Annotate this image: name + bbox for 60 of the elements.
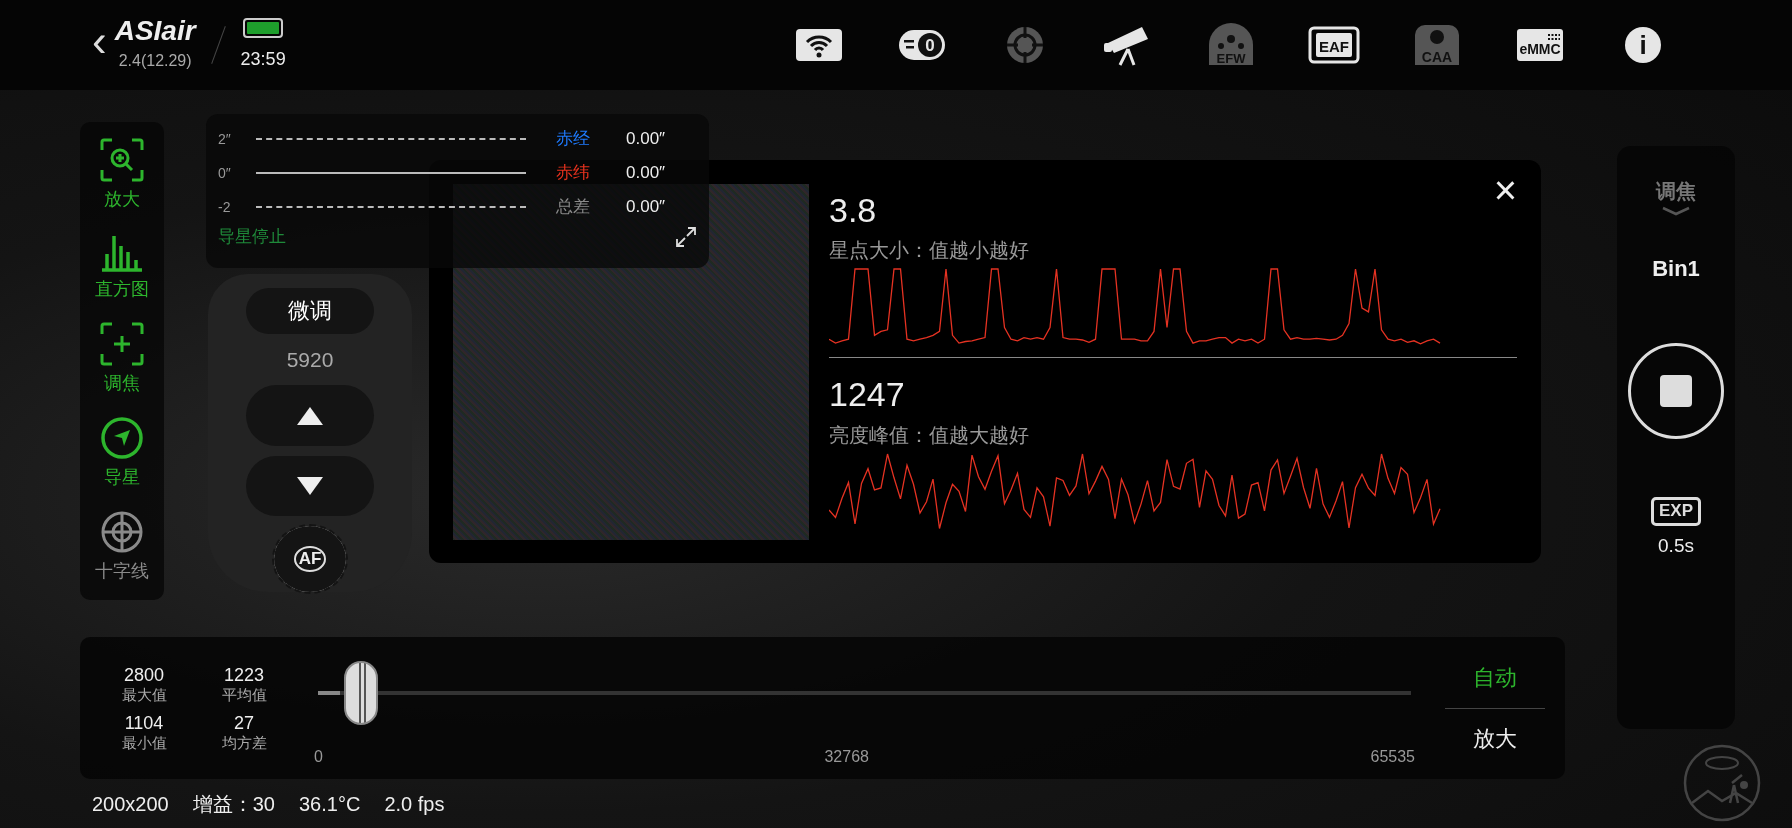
expand-icon[interactable] (675, 225, 697, 248)
focus-frame-icon (100, 321, 144, 366)
back-button[interactable]: ‹ (92, 19, 107, 63)
observatory-logo-icon (1681, 743, 1762, 823)
down-triangle-icon (296, 475, 324, 496)
status-text: 200x200 (92, 791, 169, 817)
autofocus-button[interactable]: AF (274, 526, 346, 592)
stat-value: 27 (233, 713, 255, 734)
mode-selector[interactable]: 调焦 (1656, 176, 1696, 206)
stat-label: 平均值 (220, 685, 268, 703)
sidebar-item[interactable]: 直方图 (95, 231, 149, 303)
sidebar-item[interactable]: 放大 (100, 137, 144, 213)
battery-icon (243, 17, 284, 38)
chevron-down-icon (1661, 206, 1691, 216)
stat-label: 均方差 (220, 733, 268, 751)
stat-value: 1104 (123, 713, 165, 734)
exposure-value: 0.5s (1658, 533, 1694, 558)
sidebar-item[interactable]: 调焦 (100, 321, 144, 397)
stat-label: 最大值 (120, 685, 168, 703)
bin-selector[interactable]: Bin1 (1652, 252, 1700, 285)
sidebar-item[interactable]: 导星 (100, 415, 144, 491)
legend-label: 赤纬 (556, 162, 591, 185)
app-logo: ASIair (114, 17, 196, 45)
focuser-position: 5920 (286, 346, 334, 373)
stat-value: 1223 (222, 665, 265, 686)
legend-label: 赤经 (556, 128, 591, 151)
exposure-icon[interactable]: EXP (1651, 497, 1701, 526)
axis-label: 65535 (1370, 747, 1415, 767)
axis-tick: 0″ (218, 163, 232, 183)
error-value: 0.00″ (626, 128, 666, 151)
crosshair-icon (100, 509, 144, 554)
toggle-button[interactable]: 自动 (1445, 647, 1545, 708)
stat-label: 最小值 (120, 733, 168, 751)
zoom-icon (100, 137, 144, 182)
status-text: 增益：30 (192, 791, 275, 817)
status-text: 36.1°C (299, 791, 361, 817)
legend-label: 总差 (556, 196, 591, 219)
stop-icon (1660, 375, 1692, 407)
metric-caption: 星点大小：值越小越好 (829, 238, 1030, 264)
status-text: 2.0 fps (384, 791, 445, 817)
slider-handle[interactable] (343, 661, 378, 725)
stop-button[interactable] (1628, 343, 1724, 439)
metric-value: 1247 (829, 376, 906, 414)
up-triangle-icon (296, 405, 324, 426)
guide-status: 导星停止 (218, 226, 286, 248)
axis-tick: -2 (218, 197, 232, 217)
axis-label: 0 (314, 747, 323, 767)
axis-tick: 2″ (218, 129, 232, 149)
clock-time: 23:59 (240, 47, 286, 71)
error-value: 0.00″ (626, 162, 666, 185)
sidebar-item[interactable]: 十字线 (95, 509, 149, 585)
stat-value: 2800 (122, 665, 165, 686)
axis-label: 32768 (824, 747, 869, 767)
metric-caption: 亮度峰值：值越大越好 (829, 422, 1030, 448)
version-text: 2.4(12.29) (118, 51, 192, 71)
close-button[interactable]: × (1493, 170, 1517, 210)
error-value: 0.00″ (626, 196, 666, 219)
toggle-button[interactable]: 放大 (1445, 708, 1545, 769)
metric-value: 3.8 (829, 192, 878, 230)
fine-tune-button[interactable]: 微调 (246, 288, 374, 334)
